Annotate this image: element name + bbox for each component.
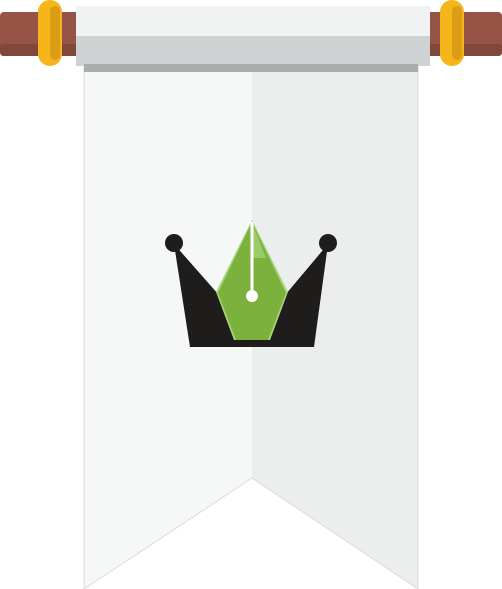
banner-illustration [0, 0, 502, 589]
pen-nib-hole [246, 290, 258, 302]
rod-cap-left-shade [50, 6, 60, 60]
roller-top-face [76, 6, 430, 38]
rod-cap-right-shade [452, 6, 462, 60]
roller-shadow [84, 64, 418, 72]
crown-right-jewel [319, 234, 337, 252]
crown-left-jewel [165, 234, 183, 252]
roller-bottom-face [76, 36, 430, 66]
top-roller [76, 6, 430, 72]
banner-scene [0, 0, 502, 589]
